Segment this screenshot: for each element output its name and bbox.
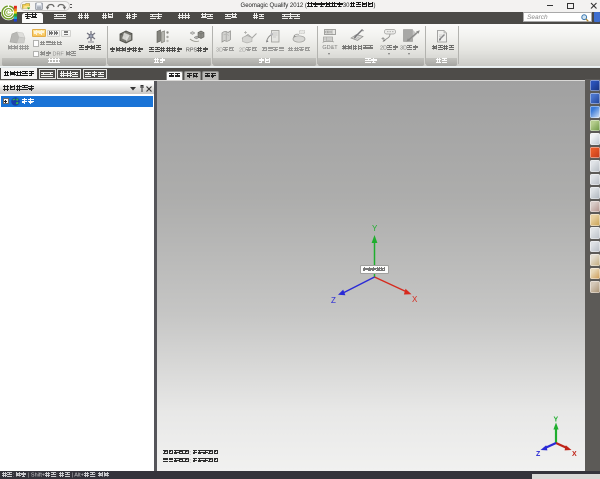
svg-text:X: X [572,451,577,458]
svg-text:X: X [412,295,418,304]
svg-text:Z: Z [536,451,541,458]
svg-text:Y: Y [372,224,378,233]
svg-text:Z: Z [331,296,336,305]
svg-text:Y: Y [554,417,559,424]
